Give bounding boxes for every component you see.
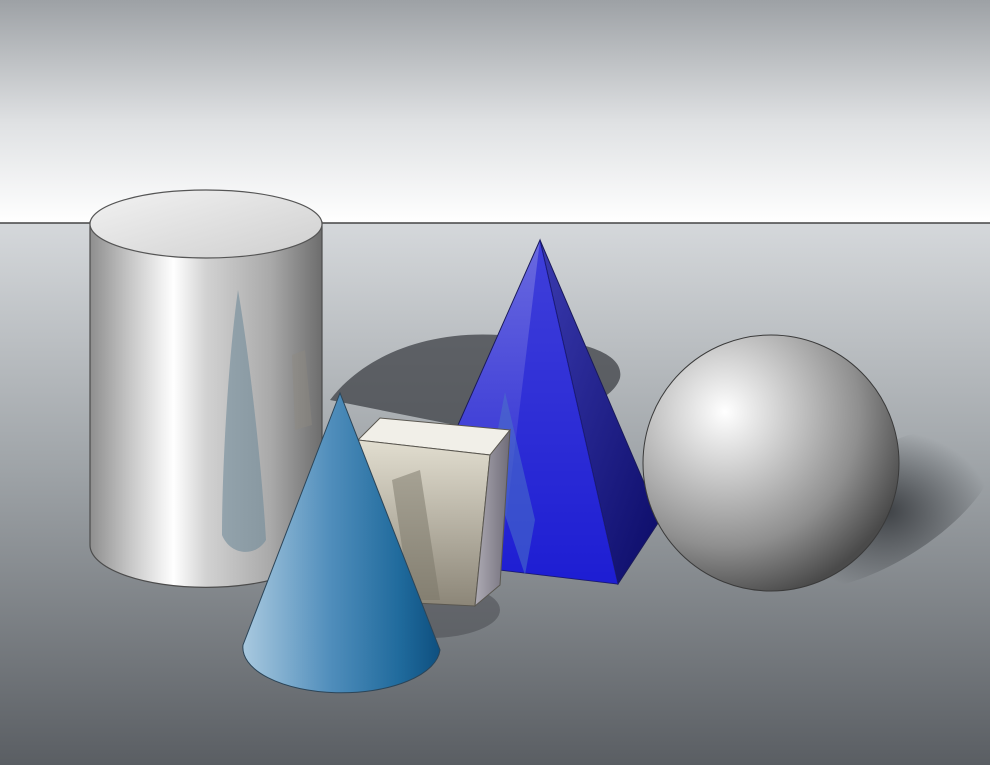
cylinder	[89, 189, 323, 588]
backdrop-wall	[0, 0, 990, 223]
still-life-scene	[0, 0, 990, 765]
sphere	[642, 334, 900, 592]
